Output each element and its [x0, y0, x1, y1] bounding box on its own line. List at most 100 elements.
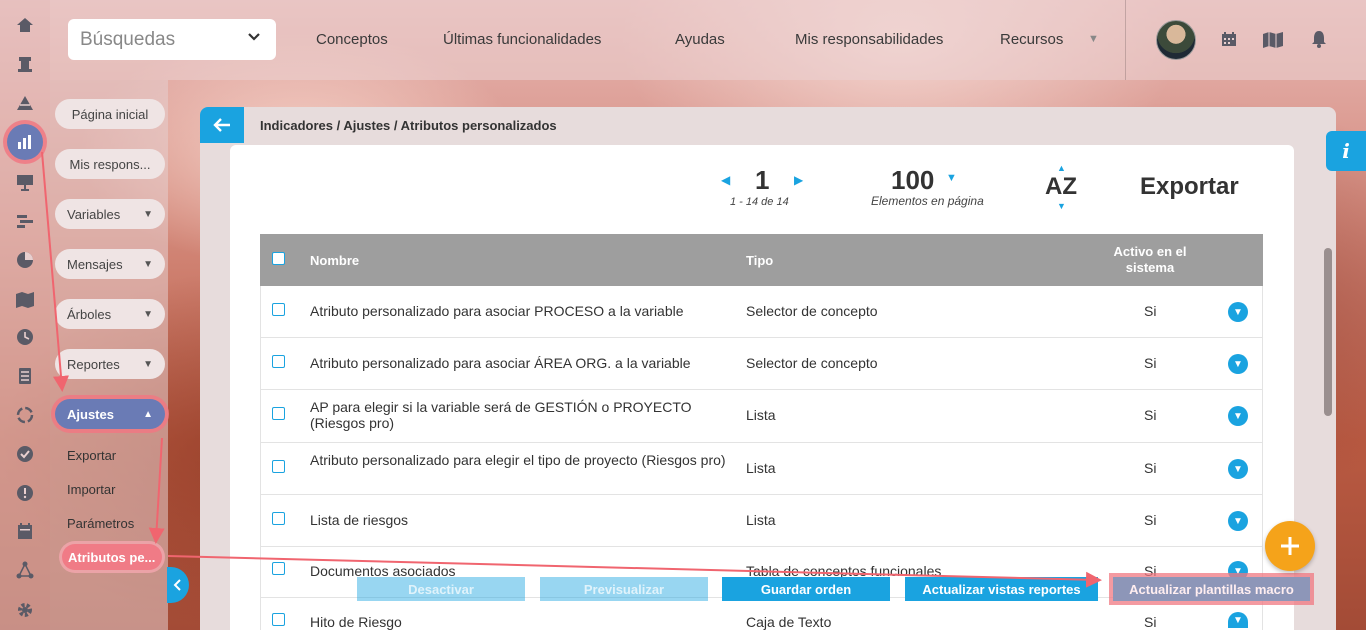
expand-row-icon[interactable]: ▼: [1228, 302, 1248, 322]
next-page-icon[interactable]: ▶: [794, 173, 803, 187]
topbar-divider: [1125, 0, 1126, 80]
row-tipo: Selector de concepto: [746, 303, 878, 319]
row-checkbox[interactable]: [272, 303, 285, 316]
sort-button[interactable]: AZ: [1045, 173, 1077, 201]
row-checkbox[interactable]: [272, 407, 285, 420]
prev-page-icon[interactable]: ◀: [721, 173, 730, 187]
sort-up-icon[interactable]: ▲: [1057, 163, 1066, 173]
info-icon[interactable]: i: [1326, 131, 1366, 171]
table-row[interactable]: Atributo personalizado para elegir el ti…: [260, 443, 1263, 495]
header-activo[interactable]: Activo en el sistema: [1100, 244, 1200, 276]
nav-conceptos[interactable]: Conceptos: [316, 31, 388, 48]
row-activo: Si: [1144, 614, 1157, 630]
submenu-importar[interactable]: Importar: [67, 482, 115, 497]
menu-label: Página inicial: [71, 106, 149, 122]
row-activo: Si: [1144, 460, 1157, 476]
expand-row-icon[interactable]: ▼: [1228, 612, 1248, 628]
search-dropdown[interactable]: Búsquedas: [68, 19, 276, 60]
sort-down-icon[interactable]: ▼: [1057, 201, 1066, 211]
avatar[interactable]: [1156, 20, 1196, 60]
menu-pagina-inicial[interactable]: Página inicial: [55, 99, 165, 129]
row-activo: Si: [1144, 512, 1157, 528]
row-nombre: Atributo personalizado para elegir el ti…: [310, 452, 726, 468]
row-checkbox[interactable]: [272, 355, 285, 368]
map-icon[interactable]: [1262, 30, 1284, 53]
update-report-views-button[interactable]: Actualizar vistas reportes: [905, 577, 1098, 601]
row-activo: Si: [1144, 355, 1157, 371]
export-button[interactable]: Exportar: [1140, 173, 1239, 201]
pyramid-icon[interactable]: [10, 88, 40, 118]
row-checkbox[interactable]: [272, 562, 285, 575]
header-nombre[interactable]: Nombre: [310, 253, 359, 268]
calendar-rail-icon[interactable]: [10, 516, 40, 546]
calendar-icon[interactable]: [1220, 30, 1238, 53]
gear-icon[interactable]: [10, 595, 40, 625]
strategy-icon[interactable]: [10, 49, 40, 79]
recursos-caret-icon[interactable]: ▼: [1088, 33, 1099, 45]
per-page-caret-icon[interactable]: ▼: [946, 172, 957, 184]
table-row[interactable]: Atributo personalizado para asociar ÁREA…: [260, 338, 1263, 390]
submenu-parametros[interactable]: Parámetros: [67, 516, 134, 531]
row-tipo: Lista: [746, 512, 776, 528]
update-macro-templates-button[interactable]: Actualizar plantillas macro: [1113, 577, 1310, 601]
presentation-icon[interactable]: [10, 167, 40, 197]
menu-mensajes[interactable]: Mensajes ▼: [55, 249, 165, 279]
menu-label: Mis respons...: [69, 156, 151, 172]
table-header: Nombre Tipo Activo en el sistema: [260, 234, 1263, 286]
map-book-icon[interactable]: [10, 284, 40, 314]
clock-icon[interactable]: [10, 322, 40, 352]
expand-row-icon[interactable]: ▼: [1228, 406, 1248, 426]
gantt-icon[interactable]: [10, 206, 40, 236]
row-checkbox[interactable]: [272, 460, 285, 473]
header-tipo[interactable]: Tipo: [746, 253, 773, 268]
document-list-icon[interactable]: [10, 361, 40, 391]
table-row[interactable]: Hito de Riesgo Caja de Texto Si ▼: [260, 598, 1263, 630]
indicators-chart-icon[interactable]: [7, 124, 43, 160]
row-nombre: Hito de Riesgo: [310, 614, 402, 630]
submenu-atributos-personalizados[interactable]: Atributos pe...: [62, 544, 162, 570]
menu-reportes[interactable]: Reportes ▼: [55, 349, 165, 379]
bell-icon[interactable]: [1311, 30, 1327, 53]
save-order-button[interactable]: Guardar orden: [722, 577, 890, 601]
pie-chart-icon[interactable]: [10, 245, 40, 275]
items-per-page-value[interactable]: 100: [891, 165, 934, 196]
table-row[interactable]: Atributo personalizado para asociar PROC…: [260, 286, 1263, 338]
table-row[interactable]: AP para elegir si la variable será de GE…: [260, 390, 1263, 443]
select-all-checkbox[interactable]: [272, 252, 285, 265]
preview-button[interactable]: Previsualizar: [540, 577, 708, 601]
menu-label: Mensajes: [67, 256, 123, 272]
cycle-icon[interactable]: [10, 400, 40, 430]
caret-down-icon: ▼: [143, 358, 153, 370]
menu-arboles[interactable]: Árboles ▼: [55, 299, 165, 329]
menu-mis-responsabilidades[interactable]: Mis respons...: [55, 149, 165, 179]
caret-down-icon: ▼: [143, 308, 153, 320]
nav-recursos[interactable]: Recursos: [1000, 31, 1063, 48]
menu-ajustes[interactable]: Ajustes ▲: [55, 399, 165, 429]
home-icon[interactable]: [10, 10, 40, 40]
expand-row-icon[interactable]: ▼: [1228, 354, 1248, 374]
scrollbar[interactable]: [1324, 248, 1332, 416]
row-checkbox[interactable]: [272, 512, 285, 525]
back-button[interactable]: [200, 107, 244, 143]
row-nombre: Atributo personalizado para asociar PROC…: [310, 303, 684, 319]
menu-label: Variables: [67, 206, 121, 222]
menu-variables[interactable]: Variables ▼: [55, 199, 165, 229]
submenu-exportar[interactable]: Exportar: [67, 448, 116, 463]
row-nombre: Lista de riesgos: [310, 512, 409, 528]
check-circle-icon[interactable]: [10, 439, 40, 469]
expand-row-icon[interactable]: ▼: [1228, 459, 1248, 479]
row-checkbox[interactable]: [272, 613, 285, 626]
add-button[interactable]: [1265, 521, 1315, 571]
chevron-down-icon: [246, 28, 262, 49]
table-row[interactable]: Lista de riesgos Lista Si ▼: [260, 495, 1263, 547]
breadcrumb: Indicadores / Ajustes / Atributos person…: [260, 118, 557, 133]
nav-ultimas-funcionalidades[interactable]: Últimas funcionalidades: [443, 31, 601, 48]
nav-mis-responsabilidades[interactable]: Mis responsabilidades: [795, 31, 943, 48]
deactivate-button[interactable]: Desactivar: [357, 577, 525, 601]
row-activo: Si: [1144, 303, 1157, 319]
row-activo: Si: [1144, 407, 1157, 423]
warning-icon[interactable]: [10, 478, 40, 508]
expand-row-icon[interactable]: ▼: [1228, 511, 1248, 531]
nav-ayudas[interactable]: Ayudas: [675, 31, 725, 48]
network-icon[interactable]: [10, 555, 40, 585]
